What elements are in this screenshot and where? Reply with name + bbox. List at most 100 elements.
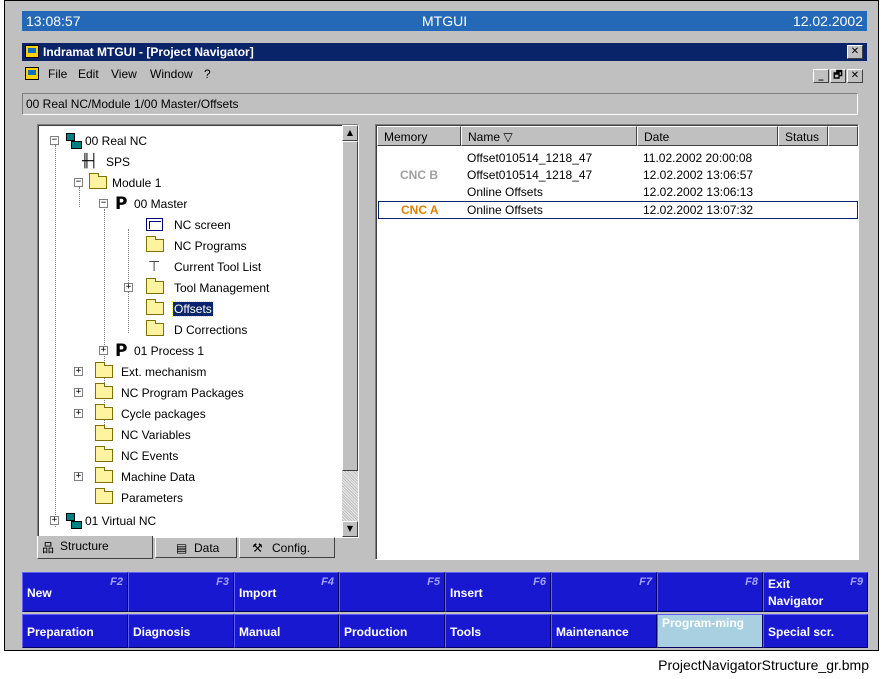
table-row[interactable]: Online Offsets 12.02.2002 13:06:13 <box>378 184 858 200</box>
tree-line <box>55 145 56 527</box>
wrench-icon: ⚒ <box>252 541 263 555</box>
tab-config[interactable]: ⚒ Config. <box>239 537 335 558</box>
expand-icon[interactable]: + <box>74 409 83 418</box>
process-icon: P <box>115 341 128 361</box>
folder-icon <box>146 236 164 252</box>
expand-icon[interactable]: + <box>99 346 108 355</box>
column-filler <box>828 126 858 146</box>
folder-icon <box>95 488 113 504</box>
table-row[interactable]: Offset010514_1218_47 11.02.2002 20:00:08 <box>378 150 858 166</box>
menu-file[interactable]: File <box>48 67 67 81</box>
tab-label: Structure <box>60 539 109 553</box>
tree-item-label: Current Tool List <box>174 260 262 274</box>
system-date: 12.02.2002 <box>792 13 863 29</box>
column-date[interactable]: Date <box>637 126 778 146</box>
memory-cell: CNC B <box>400 168 438 182</box>
f3-button[interactable]: F3 <box>128 572 234 612</box>
expand-icon[interactable]: + <box>74 388 83 397</box>
file-list[interactable]: Memory Name ▽ Date Status Offset010514_1… <box>375 124 859 560</box>
collapse-icon[interactable]: − <box>99 199 108 208</box>
scroll-thumb[interactable] <box>342 141 358 471</box>
date-cell: 12.02.2002 13:06:13 <box>643 185 754 199</box>
close-window-button[interactable]: ✕ <box>847 45 863 59</box>
tree-item-label: NC Programs <box>174 239 247 253</box>
f7-button[interactable]: F7 <box>551 572 657 612</box>
expand-icon[interactable]: + <box>74 472 83 481</box>
window-title-bar: Indramat MTGUI - [Project Navigator] ✕ <box>22 43 867 61</box>
new-button[interactable]: New F2 <box>22 572 128 612</box>
name-cell: Online Offsets <box>467 203 543 217</box>
tree-item-label: Tool Management <box>174 281 270 295</box>
import-button[interactable]: Import F4 <box>234 572 339 612</box>
tree-item-label: NC Program Packages <box>121 386 244 400</box>
table-row[interactable]: CNC B Offset010514_1218_47 12.02.2002 13… <box>378 167 858 183</box>
production-button[interactable]: Production <box>339 614 445 648</box>
path-bar: 00 Real NC/Module 1/00 Master/Offsets <box>22 93 858 115</box>
expand-icon[interactable]: + <box>124 283 133 292</box>
date-cell: 11.02.2002 20:00:08 <box>643 151 753 165</box>
exit-navigator-button[interactable]: Exit Navigator F9 <box>763 572 868 612</box>
folder-icon <box>146 278 164 294</box>
column-status[interactable]: Status <box>778 126 828 146</box>
name-cell: Online Offsets <box>467 185 543 199</box>
data-icon: ▤ <box>176 541 188 555</box>
menu-view[interactable]: View <box>111 67 137 81</box>
tree-item-label: NC Events <box>121 449 179 463</box>
tab-label: Data <box>194 541 220 555</box>
network-icon <box>65 513 82 529</box>
restore-button[interactable]: 🗗 <box>830 69 846 83</box>
diagnosis-button[interactable]: Diagnosis <box>128 614 234 648</box>
tree-item-label: 00 Master <box>134 197 188 211</box>
document-icon[interactable] <box>25 67 39 80</box>
tab-structure[interactable]: 品 Structure <box>37 536 153 559</box>
table-row-selected[interactable]: CNC A Online Offsets 12.02.2002 13:07:32 <box>378 201 858 219</box>
mdi-controls: _ 🗗 ✕ <box>812 67 863 83</box>
folder-icon <box>146 299 164 315</box>
expand-icon[interactable]: + <box>74 367 83 376</box>
f8-button[interactable]: F8 <box>657 572 763 612</box>
column-memory[interactable]: Memory <box>377 126 461 146</box>
project-tree[interactable]: − 00 Real NC ╫┤ SPS − Module 1 − P 00 Ma… <box>37 124 359 538</box>
folder-icon <box>95 425 113 441</box>
memory-cell: CNC A <box>401 203 439 217</box>
menu-edit[interactable]: Edit <box>78 67 99 81</box>
tools-button[interactable]: Tools <box>445 614 551 648</box>
menu-window[interactable]: Window <box>150 67 193 81</box>
scroll-down-icon[interactable]: ▼ <box>342 521 358 537</box>
tree-item-label: NC screen <box>174 218 231 232</box>
maintenance-button[interactable]: Maintenance <box>551 614 657 648</box>
folder-icon <box>95 362 113 378</box>
system-status-bar: 13:08:57 MTGUI 12.02.2002 <box>22 11 867 31</box>
collapse-icon[interactable]: − <box>74 178 83 187</box>
window-title: Indramat MTGUI - [Project Navigator] <box>43 45 254 59</box>
tab-label: Config. <box>272 541 311 555</box>
collapse-icon[interactable]: − <box>50 136 59 145</box>
tree-item-label: Ext. mechanism <box>121 365 207 379</box>
scroll-up-icon[interactable]: ▲ <box>342 125 358 141</box>
folder-icon <box>146 320 164 336</box>
f5-button[interactable]: F5 <box>339 572 445 612</box>
tree-item-label: Cycle packages <box>121 407 206 421</box>
current-path: 00 Real NC/Module 1/00 Master/Offsets <box>26 97 239 111</box>
tree-item-label: 01 Virtual NC <box>85 514 157 528</box>
process-icon: P <box>115 194 128 214</box>
column-name[interactable]: Name ▽ <box>461 126 637 146</box>
close-document-button[interactable]: ✕ <box>847 69 863 83</box>
folder-icon <box>95 383 113 399</box>
tool-icon: ⊤ <box>148 259 161 275</box>
expand-icon[interactable]: + <box>50 516 59 525</box>
tree-item-label: NC Variables <box>121 428 191 442</box>
menu-help[interactable]: ? <box>204 67 211 81</box>
insert-button[interactable]: Insert F6 <box>445 572 551 612</box>
structure-icon: 品 <box>42 541 55 555</box>
tree-scrollbar[interactable]: ▲ ▼ <box>342 125 358 537</box>
manual-button[interactable]: Manual <box>234 614 339 648</box>
tab-data[interactable]: ▤ Data <box>155 537 237 558</box>
tree-item-label: SPS <box>106 155 131 169</box>
screen-icon <box>146 218 163 231</box>
programming-button[interactable]: Program-ming <box>657 614 763 648</box>
navigation-key-bar: Preparation Diagnosis Manual Production … <box>22 614 868 648</box>
preparation-button[interactable]: Preparation <box>22 614 128 648</box>
minimize-button[interactable]: _ <box>813 69 829 83</box>
special-screens-button[interactable]: Special scr. <box>763 614 868 648</box>
